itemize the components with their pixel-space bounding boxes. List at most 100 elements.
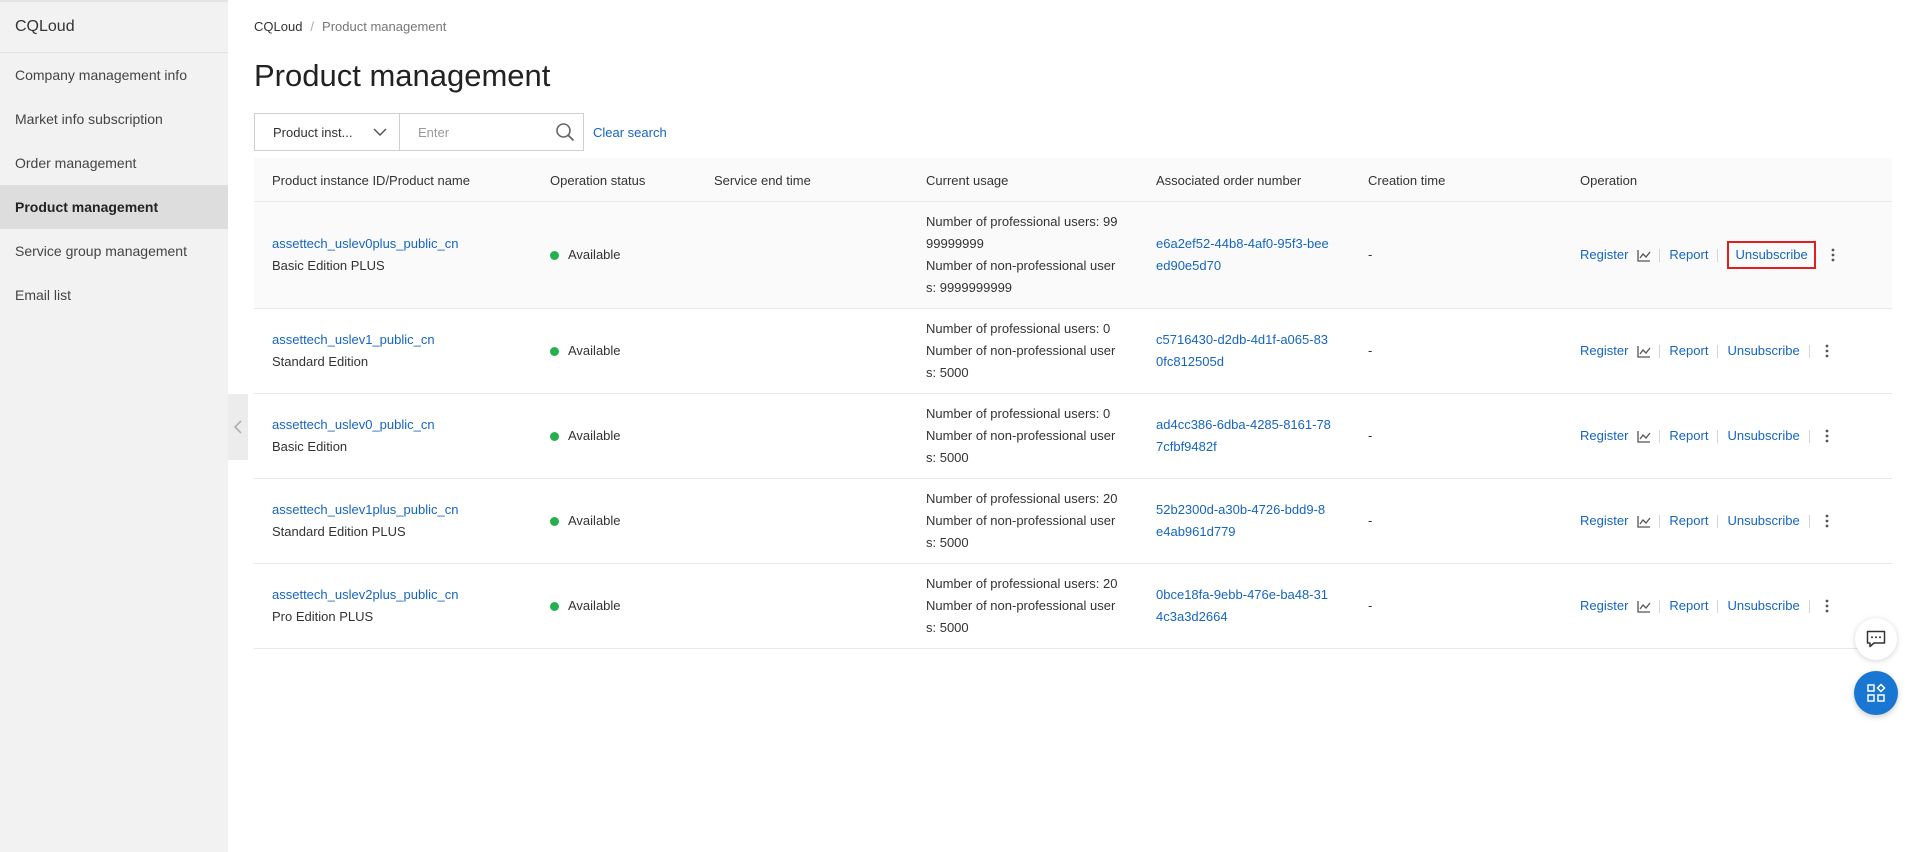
apps-icon: [1867, 683, 1886, 702]
chat-button[interactable]: [1855, 618, 1897, 660]
register-link[interactable]: Register: [1580, 244, 1628, 266]
more-vertical-icon[interactable]: [1825, 344, 1829, 358]
divider: [1808, 514, 1810, 528]
column-header-usage: Current usage: [926, 172, 1009, 188]
breadcrumb-separator: /: [310, 19, 315, 34]
unsubscribe-link[interactable]: Unsubscribe: [1727, 425, 1799, 447]
row-operations: Register Report Unsubscribe: [1580, 202, 1835, 308]
table-row: assettech_uslev0plus_public_cn Basic Edi…: [254, 202, 1892, 309]
unsubscribe-link[interactable]: Unsubscribe: [1727, 340, 1799, 362]
associated-order-link[interactable]: 0bce18fa-9ebb-476e-ba48-31 4c3a3d2664: [1156, 564, 1328, 648]
sidebar-collapse-button[interactable]: [228, 394, 248, 460]
sidebar: CQLoud Company management info Market in…: [0, 0, 228, 852]
report-link[interactable]: Report: [1669, 244, 1708, 266]
breadcrumb-root[interactable]: CQLoud: [254, 19, 302, 34]
search-input-placeholder: Enter: [418, 124, 450, 140]
register-link[interactable]: Register: [1580, 595, 1628, 617]
more-vertical-icon[interactable]: [1831, 248, 1835, 262]
sidebar-item-service-group-management[interactable]: Service group management: [0, 229, 228, 273]
status-text: Available: [568, 247, 621, 262]
search-input[interactable]: Enter: [400, 113, 584, 151]
more-vertical-icon[interactable]: [1825, 599, 1829, 613]
status-dot-icon: [550, 346, 559, 356]
breadcrumb: CQLoud / Product management: [254, 19, 446, 34]
status-text: Available: [568, 598, 621, 613]
sidebar-item-order-management[interactable]: Order management: [0, 141, 228, 185]
current-usage: Number of professional users: 99 9999999…: [926, 214, 1118, 295]
clear-search-link[interactable]: Clear search: [593, 125, 667, 140]
status-text: Available: [568, 428, 621, 443]
unsubscribe-link[interactable]: Unsubscribe: [1727, 595, 1799, 617]
associated-order-link[interactable]: c5716430-d2db-4d1f-a065-83 0fc812505d: [1156, 309, 1328, 393]
status-text: Available: [568, 343, 621, 358]
line-chart-icon[interactable]: [1637, 515, 1651, 528]
status-dot-icon: [550, 516, 559, 526]
current-usage: Number of professional users: 0 Number o…: [926, 406, 1116, 465]
associated-order-link[interactable]: 52b2300d-a30b-4726-bdd9-8 e4ab961d779: [1156, 479, 1325, 563]
creation-time: -: [1368, 428, 1373, 443]
product-instance-id-link[interactable]: assettech_uslev0_public_cn: [272, 414, 435, 436]
table-row: assettech_uslev0_public_cn Basic Edition…: [254, 394, 1892, 479]
report-link[interactable]: Report: [1669, 425, 1708, 447]
status-text: Available: [568, 513, 621, 528]
product-instance-id-link[interactable]: assettech_uslev1_public_cn: [272, 329, 435, 351]
search-field-select[interactable]: Product inst...: [254, 113, 400, 151]
product-name: Pro Edition PLUS: [272, 609, 374, 624]
creation-time: -: [1368, 247, 1373, 262]
row-operations: Register Report Unsubscribe: [1580, 479, 1829, 563]
divider: [1808, 599, 1810, 613]
more-vertical-icon[interactable]: [1825, 514, 1829, 528]
divider: [1808, 344, 1810, 358]
chevron-down-icon: [373, 127, 387, 136]
product-instance-id-link[interactable]: assettech_uslev1plus_public_cn: [272, 499, 458, 521]
sidebar-item-product-management[interactable]: Product management: [0, 185, 228, 229]
report-link[interactable]: Report: [1669, 340, 1708, 362]
product-name: Standard Edition: [272, 354, 369, 369]
report-link[interactable]: Report: [1669, 595, 1708, 617]
more-vertical-icon[interactable]: [1825, 429, 1829, 443]
unsubscribe-link[interactable]: Unsubscribe: [1727, 510, 1799, 532]
register-link[interactable]: Register: [1580, 510, 1628, 532]
row-operations: Register Report Unsubscribe: [1580, 564, 1829, 648]
line-chart-icon[interactable]: [1637, 430, 1651, 443]
line-chart-icon[interactable]: [1637, 249, 1651, 262]
search-icon[interactable]: [555, 122, 575, 142]
apps-button[interactable]: [1854, 671, 1898, 715]
current-usage: Number of professional users: 20 Number …: [926, 576, 1118, 635]
creation-time: -: [1368, 343, 1373, 358]
search-field-select-value: Product inst...: [273, 124, 353, 140]
sidebar-item-market-info-subscription[interactable]: Market info subscription: [0, 97, 228, 141]
column-header-creation: Creation time: [1368, 172, 1446, 188]
register-link[interactable]: Register: [1580, 425, 1628, 447]
divider: [1659, 429, 1661, 443]
divider: [1717, 514, 1719, 528]
divider: [1717, 248, 1719, 262]
divider: [1717, 429, 1719, 443]
chat-icon: [1866, 630, 1886, 648]
column-header-status: Operation status: [550, 172, 646, 188]
row-operations: Register Report Unsubscribe: [1580, 394, 1829, 478]
table-header: Product instance ID/Product name Operati…: [254, 158, 1892, 202]
product-name: Basic Edition: [272, 439, 348, 454]
associated-order-link[interactable]: e6a2ef52-44b8-4af0-95f3-bee ed90e5d70: [1156, 202, 1329, 308]
report-link[interactable]: Report: [1669, 510, 1708, 532]
product-instance-id-link[interactable]: assettech_uslev0plus_public_cn: [272, 233, 458, 255]
column-header-order: Associated order number: [1156, 172, 1302, 188]
breadcrumb-current: Product management: [322, 19, 447, 34]
divider: [1659, 344, 1661, 358]
sidebar-item-email-list[interactable]: Email list: [0, 273, 228, 317]
line-chart-icon[interactable]: [1637, 600, 1651, 613]
unsubscribe-link[interactable]: Unsubscribe: [1727, 241, 1816, 269]
divider: [1659, 599, 1661, 613]
creation-time: -: [1368, 513, 1373, 528]
divider: [1808, 429, 1810, 443]
register-link[interactable]: Register: [1580, 340, 1628, 362]
line-chart-icon[interactable]: [1637, 345, 1651, 358]
product-instance-id-link[interactable]: assettech_uslev2plus_public_cn: [272, 584, 458, 606]
current-usage: Number of professional users: 20 Number …: [926, 491, 1118, 550]
status-dot-icon: [550, 601, 559, 611]
table-row: assettech_uslev1_public_cn Standard Edit…: [254, 309, 1892, 394]
associated-order-link[interactable]: ad4cc386-6dba-4285-8161-78 7cfbf9482f: [1156, 394, 1331, 478]
brand-title: CQLoud: [0, 2, 228, 53]
sidebar-item-company-management-info[interactable]: Company management info: [0, 53, 228, 97]
